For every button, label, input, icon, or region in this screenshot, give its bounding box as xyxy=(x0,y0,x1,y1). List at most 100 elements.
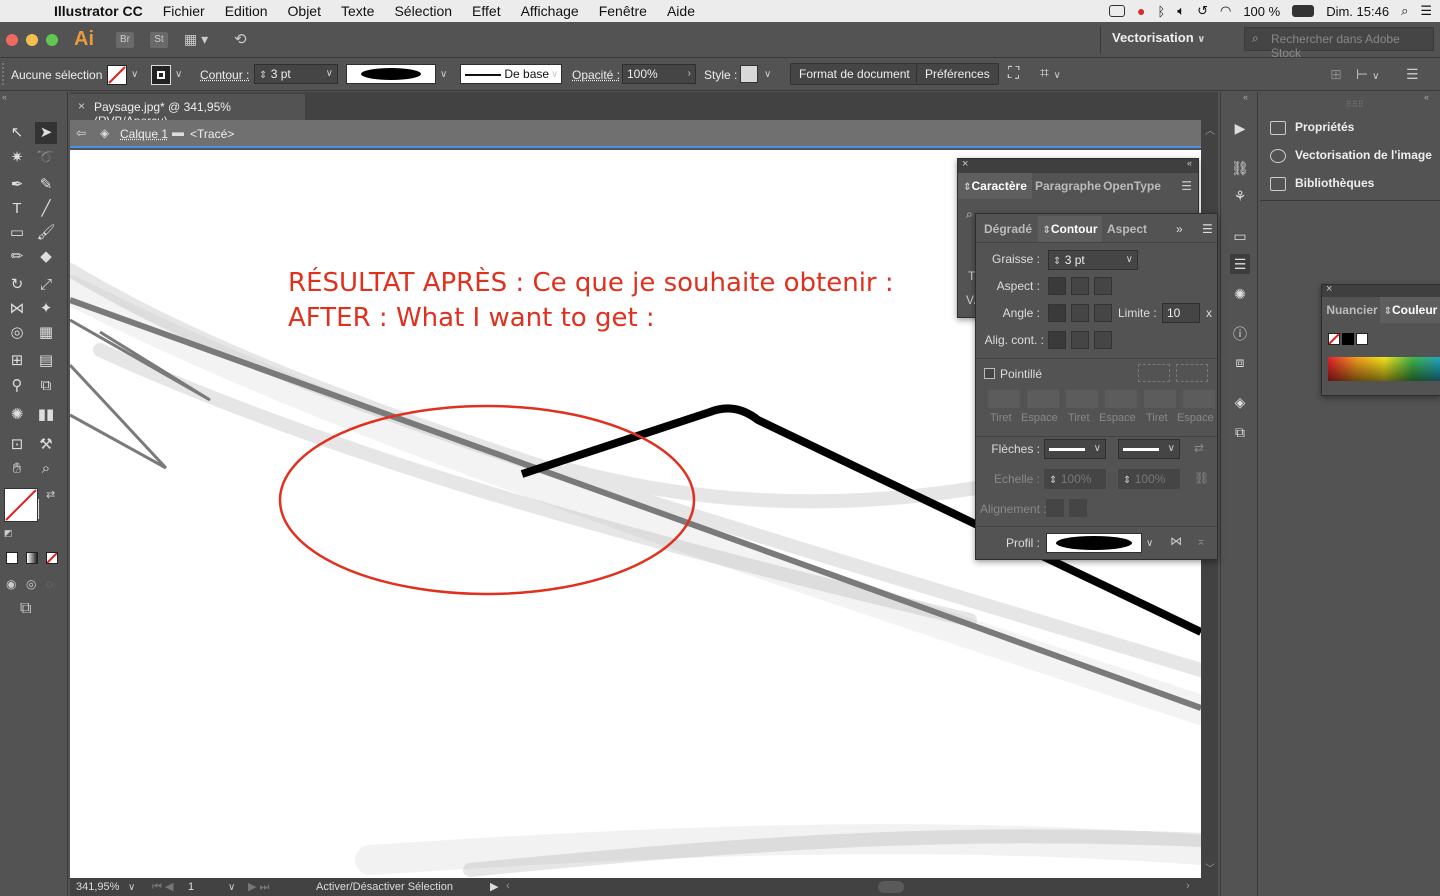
close-color-panel-icon[interactable]: × xyxy=(1326,283,1332,295)
stroke-weight-field[interactable]: ⇕ 3 pt ∨ xyxy=(254,64,338,84)
round-cap-icon[interactable] xyxy=(1071,277,1089,295)
profile-dropdown-icon[interactable]: ∨ xyxy=(440,69,447,80)
fill-color-box[interactable] xyxy=(4,488,38,522)
gradient-panel-icon[interactable]: ▭ xyxy=(1230,226,1250,246)
scroll-up-icon[interactable]: ︿ xyxy=(1205,122,1215,137)
dash-align-icon[interactable] xyxy=(1176,364,1208,382)
limit-field[interactable]: 10 xyxy=(1162,303,1200,323)
transform-icon[interactable]: ⌗ ∨ xyxy=(1040,65,1061,83)
clock[interactable]: Dim. 15:46 xyxy=(1326,4,1389,19)
tab-couleur[interactable]: ⇕Couleur xyxy=(1380,297,1440,323)
paintbrush-tool-icon[interactable]: 🖌︎ xyxy=(35,222,57,244)
width-tool-icon[interactable]: ⋈ xyxy=(6,298,28,320)
arrow-place-icon[interactable] xyxy=(1069,499,1087,517)
color-spectrum[interactable] xyxy=(1328,357,1440,381)
white-swatch[interactable] xyxy=(1356,333,1368,345)
color-mode-icon[interactable] xyxy=(6,552,18,564)
menu-effet[interactable]: Effet xyxy=(462,3,511,19)
start-scale-field[interactable]: ⇕ 100% xyxy=(1044,469,1106,489)
notification-center-icon[interactable]: ☰ xyxy=(1420,3,1432,19)
zoom-level[interactable]: 341,95% xyxy=(76,881,119,893)
stroke-panel-icon[interactable]: ☰ xyxy=(1230,254,1250,274)
stroke-menu-icon[interactable]: ☰ xyxy=(1202,222,1213,236)
scroll-down-icon[interactable]: ﹀ xyxy=(1205,860,1215,875)
stroke-dropdown-icon[interactable]: ∨ xyxy=(175,69,182,80)
end-scale-field[interactable]: ⇕ 100% xyxy=(1118,469,1180,489)
shape-builder-tool-icon[interactable]: ◎ xyxy=(6,322,28,344)
stock-icon[interactable]: St xyxy=(150,32,168,48)
default-colors-icon[interactable]: ◩ xyxy=(4,528,13,539)
font-search-icon[interactable]: ⌕ xyxy=(966,207,973,222)
swap-arrowheads-icon[interactable]: ⇄ xyxy=(1194,441,1204,455)
artboard-tool-icon[interactable]: ⊡ xyxy=(6,434,28,456)
tab-nuancier[interactable]: Nuancier xyxy=(1324,297,1380,323)
character-menu-icon[interactable]: ☰ xyxy=(1181,179,1192,193)
brush-dropdown-icon[interactable]: ∨ xyxy=(551,69,558,80)
curvature-tool-icon[interactable]: ✎ xyxy=(35,174,57,196)
eraser-tool-icon[interactable]: ◆ xyxy=(35,246,57,268)
display-icon[interactable] xyxy=(1108,5,1125,17)
screen-mode-icon[interactable]: ⧉ xyxy=(20,600,31,618)
time-machine-icon[interactable]: ↺ xyxy=(1197,3,1208,19)
gap-input-1[interactable] xyxy=(1027,390,1059,408)
none-mode-icon[interactable] xyxy=(46,552,58,564)
gradient-mode-icon[interactable] xyxy=(26,552,38,564)
tab-degrade[interactable]: Dégradé xyxy=(978,216,1038,242)
gap-input-3[interactable] xyxy=(1183,390,1215,408)
tab-opentype[interactable]: OpenType xyxy=(1102,173,1162,199)
battery-icon[interactable] xyxy=(1292,5,1315,17)
actions-play-icon[interactable]: ▶ xyxy=(1230,118,1250,138)
arrange-documents-icon[interactable]: ▦ ▾ xyxy=(184,31,208,48)
opacity-label[interactable]: Opacité : xyxy=(572,68,620,82)
bevel-join-icon[interactable] xyxy=(1094,304,1112,322)
dash-input-2[interactable] xyxy=(1066,390,1098,408)
zoom-dropdown-icon[interactable]: ∨ xyxy=(128,882,135,893)
align-inside-icon[interactable] xyxy=(1071,331,1089,349)
flip-across-icon[interactable]: ⌅ xyxy=(1196,534,1206,548)
rotate-tool-icon[interactable]: ↻ xyxy=(6,274,28,296)
wifi-icon[interactable]: ◠ xyxy=(1220,3,1231,19)
collapse-panel-icon[interactable]: « xyxy=(1187,158,1192,168)
perspective-grid-tool-icon[interactable]: ▦ xyxy=(35,322,57,344)
symbol-sprayer-tool-icon[interactable]: ✺ xyxy=(6,404,28,426)
menu-texte[interactable]: Texte xyxy=(331,3,384,19)
align-to-icon[interactable]: ⛶ xyxy=(1008,65,1019,83)
spotlight-icon[interactable]: ⌕ xyxy=(1401,3,1408,19)
fill-swatch[interactable] xyxy=(107,65,127,85)
column-graph-tool-icon[interactable]: ▮▮ xyxy=(35,404,57,426)
arrange-icon[interactable]: ⊞ xyxy=(1330,66,1342,83)
menu-edition[interactable]: Edition xyxy=(215,3,278,19)
back-arrow-icon[interactable]: ⇦ xyxy=(76,126,86,140)
gpu-performance-icon[interactable]: ⟲ xyxy=(234,30,247,48)
draw-inside-icon[interactable]: ◌ xyxy=(46,577,53,591)
menu-objet[interactable]: Objet xyxy=(278,3,331,19)
minimize-window-icon[interactable] xyxy=(26,34,38,46)
document-tab[interactable]: × Paysage.jpg* @ 341,95% (RVB/Aperçu) xyxy=(70,94,305,128)
menu-fenetre[interactable]: Fenêtre xyxy=(589,3,657,19)
asset-export-icon[interactable]: ⧈ xyxy=(1230,352,1250,372)
expand-dock-icon[interactable]: « xyxy=(1243,92,1248,102)
scroll-right-icon[interactable]: › xyxy=(1186,880,1190,892)
document-setup-button[interactable]: Format de document xyxy=(790,63,919,85)
horizontal-scroll-thumb[interactable] xyxy=(878,881,904,893)
collapse-tools-icon[interactable]: « xyxy=(2,92,7,102)
width-profile-select[interactable] xyxy=(1046,533,1142,553)
direct-selection-tool-icon[interactable]: ➤ xyxy=(35,122,57,144)
grip-handle[interactable] xyxy=(2,63,4,85)
opacity-field[interactable]: 100% › xyxy=(622,64,696,84)
blend-tool-icon[interactable]: ⧉ xyxy=(35,375,57,397)
profile-select-dropdown-icon[interactable]: ∨ xyxy=(1146,538,1153,549)
line-tool-icon[interactable]: ╱ xyxy=(35,198,57,220)
control-menu-icon[interactable]: ☰ xyxy=(1406,66,1419,83)
end-arrowhead-select[interactable]: ∨ xyxy=(1118,439,1180,459)
isolate-icon[interactable]: ⊢ ∨ xyxy=(1356,66,1379,83)
tab-caractere[interactable]: ⇕Caractère xyxy=(958,173,1032,199)
hand-tool-icon[interactable]: ✋︎ xyxy=(6,458,28,480)
lasso-tool-icon[interactable]: ➰ xyxy=(35,147,57,169)
more-tabs-icon[interactable]: » xyxy=(1176,222,1183,236)
stock-search-input[interactable]: ⌕ Rechercher dans Adobe Stock xyxy=(1244,27,1434,60)
swap-fill-stroke-icon[interactable]: ⇄ xyxy=(46,488,55,501)
type-tool-icon[interactable]: T xyxy=(6,198,28,220)
collapse-properties-icon[interactable]: « xyxy=(1424,92,1429,102)
round-join-icon[interactable] xyxy=(1071,304,1089,322)
